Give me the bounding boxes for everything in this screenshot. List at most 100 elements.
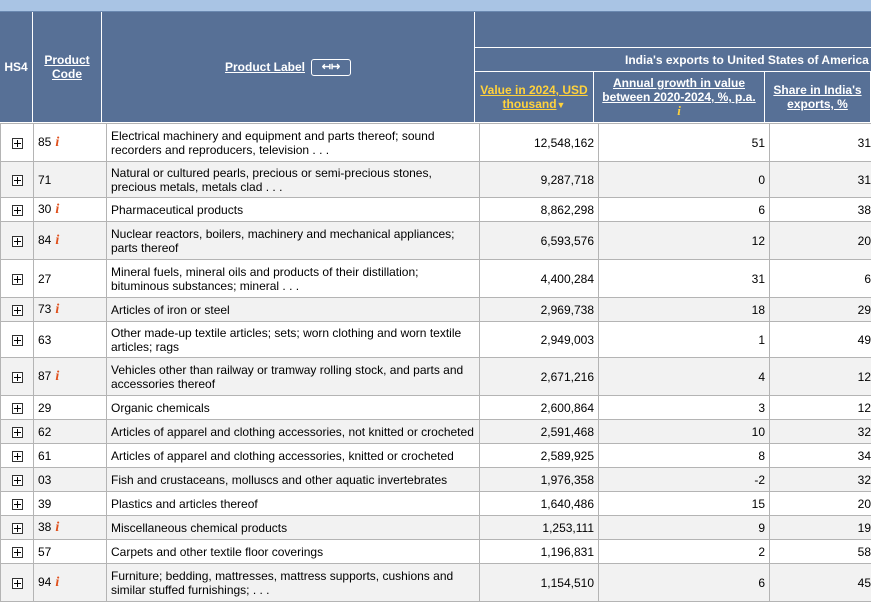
annual-growth: 0 <box>758 172 765 187</box>
product-code: 63 <box>38 332 52 347</box>
export-share: 12 <box>857 369 871 384</box>
value-cell: 1,154,510 <box>479 563 599 602</box>
hs4-cell <box>0 563 34 602</box>
share-sort-link[interactable]: Share in India's exports, % <box>765 83 870 111</box>
expand-plus-icon[interactable] <box>11 304 23 316</box>
growth-cell: 6 <box>598 563 770 602</box>
product-label-cell: Furniture; bedding, mattresses, mattress… <box>106 563 480 602</box>
header-value: Value in 2024, USD thousand▼ <box>475 72 594 123</box>
hs4-cell <box>0 539 34 564</box>
export-value: 8,862,298 <box>540 202 594 217</box>
product-label: Electrical machinery and equipment and p… <box>111 128 435 157</box>
expand-plus-icon[interactable] <box>11 522 23 534</box>
product-label-cell: Other made-up textile articles; sets; wo… <box>106 321 480 358</box>
share-cell: 20 <box>769 221 871 260</box>
share-cell: 19 <box>769 515 871 540</box>
info-icon[interactable]: i <box>55 575 59 590</box>
annual-growth: 6 <box>758 202 765 217</box>
hs4-cell <box>0 357 34 396</box>
expand-plus-icon[interactable] <box>11 273 23 285</box>
info-icon[interactable]: i <box>55 369 59 384</box>
product-code: 27 <box>38 271 52 286</box>
expand-plus-icon[interactable] <box>11 474 23 486</box>
export-share: 45 <box>857 575 871 590</box>
growth-cell: 18 <box>598 297 770 322</box>
annual-growth: 1 <box>758 332 765 347</box>
table-row: 87 i Vehicles other than railway or tramwa… <box>0 357 871 396</box>
hs4-cell <box>0 221 34 260</box>
info-icon[interactable]: i <box>55 520 59 535</box>
info-icon[interactable]: i <box>55 202 59 217</box>
growth-cell: 10 <box>598 419 770 444</box>
hs4-cell <box>0 259 34 298</box>
export-value: 2,671,216 <box>540 369 594 384</box>
share-cell: 34 <box>769 443 871 468</box>
growth-cell: 12 <box>598 221 770 260</box>
export-share: 19 <box>857 520 871 535</box>
expand-plus-icon[interactable] <box>11 334 23 346</box>
growth-cell: 51 <box>598 123 770 162</box>
annual-growth: 4 <box>758 369 765 384</box>
product-label: Nuclear reactors, boilers, machinery and… <box>111 226 455 255</box>
product-label-cell: Pharmaceutical products <box>106 197 480 222</box>
info-icon[interactable]: i <box>55 302 59 317</box>
header-product-label: Product Label ↤↦ <box>102 12 475 123</box>
export-value: 2,589,925 <box>540 448 594 463</box>
product-label: Vehicles other than railway or tramway r… <box>111 362 464 391</box>
export-value: 2,591,468 <box>540 424 594 439</box>
value-sort-link[interactable]: Value in 2024, USD thousand <box>480 83 587 111</box>
table-row: 27 Mineral fuels, mineral oils and produc… <box>0 259 871 298</box>
export-share: 38 <box>857 202 871 217</box>
export-value: 6,593,576 <box>540 233 594 248</box>
product-code-sort-link[interactable]: Product Code <box>43 53 91 81</box>
product-code-cell: 62 <box>33 419 107 444</box>
expand-plus-icon[interactable] <box>11 426 23 438</box>
info-icon[interactable]: i <box>677 103 681 118</box>
product-label: Furniture; bedding, mattresses, mattress… <box>111 568 454 597</box>
expand-plus-icon[interactable] <box>11 450 23 462</box>
header-growth: Annual growth in value between 2020-2024… <box>594 72 765 123</box>
info-icon[interactable]: i <box>55 233 59 248</box>
expand-plus-icon[interactable] <box>11 577 23 589</box>
table-row: 03 Fish and crustaceans, molluscs and oth… <box>0 467 871 492</box>
product-code: 62 <box>38 424 52 439</box>
export-share: 32 <box>857 472 871 487</box>
product-code-cell: 27 <box>33 259 107 298</box>
expand-plus-icon[interactable] <box>11 498 23 510</box>
expand-plus-icon[interactable] <box>11 235 23 247</box>
share-cell: 31 <box>769 123 871 162</box>
product-code: 57 <box>38 544 52 559</box>
table-row: 73 i Articles of iron or steel 2,969,738 18 2… <box>0 297 871 322</box>
product-code-cell: 03 <box>33 467 107 492</box>
product-label: Carpets and other textile floor covering… <box>111 544 324 559</box>
expand-plus-icon[interactable] <box>11 204 23 216</box>
growth-cell: -2 <box>598 467 770 492</box>
share-cell: 45 <box>769 563 871 602</box>
product-label: Articles of apparel and clothing accesso… <box>111 424 474 439</box>
table-row: 39 Plastics and articles thereof 1,640,486… <box>0 491 871 516</box>
export-share: 34 <box>857 448 871 463</box>
product-code: 87 <box>38 368 52 383</box>
export-value: 2,600,864 <box>540 400 594 415</box>
product-label: Articles of apparel and clothing accesso… <box>111 448 454 463</box>
product-code: 39 <box>38 496 52 511</box>
product-label-cell: Electrical machinery and equipment and p… <box>106 123 480 162</box>
table-row: 94 i Furniture; bedding, mattresses, mattr… <box>0 563 871 602</box>
growth-sort-link[interactable]: Annual growth in value between 2020-2024… <box>602 76 755 104</box>
info-icon[interactable]: i <box>55 135 59 150</box>
expand-plus-icon[interactable] <box>11 174 23 186</box>
product-label: Plastics and articles thereof <box>111 496 258 511</box>
share-cell: 38 <box>769 197 871 222</box>
top-bar <box>0 0 871 12</box>
value-cell: 6,593,576 <box>479 221 599 260</box>
product-code: 84 <box>38 232 52 247</box>
expand-plus-icon[interactable] <box>11 137 23 149</box>
growth-cell: 15 <box>598 491 770 516</box>
expand-plus-icon[interactable] <box>11 546 23 558</box>
export-value: 1,640,486 <box>540 496 594 511</box>
expand-plus-icon[interactable] <box>11 371 23 383</box>
expand-plus-icon[interactable] <box>11 402 23 414</box>
table-row: 57 Carpets and other textile floor coveri… <box>0 539 871 564</box>
expand-column-icon[interactable]: ↤↦ <box>311 58 351 76</box>
product-label-sort-link[interactable]: Product Label <box>225 60 305 74</box>
